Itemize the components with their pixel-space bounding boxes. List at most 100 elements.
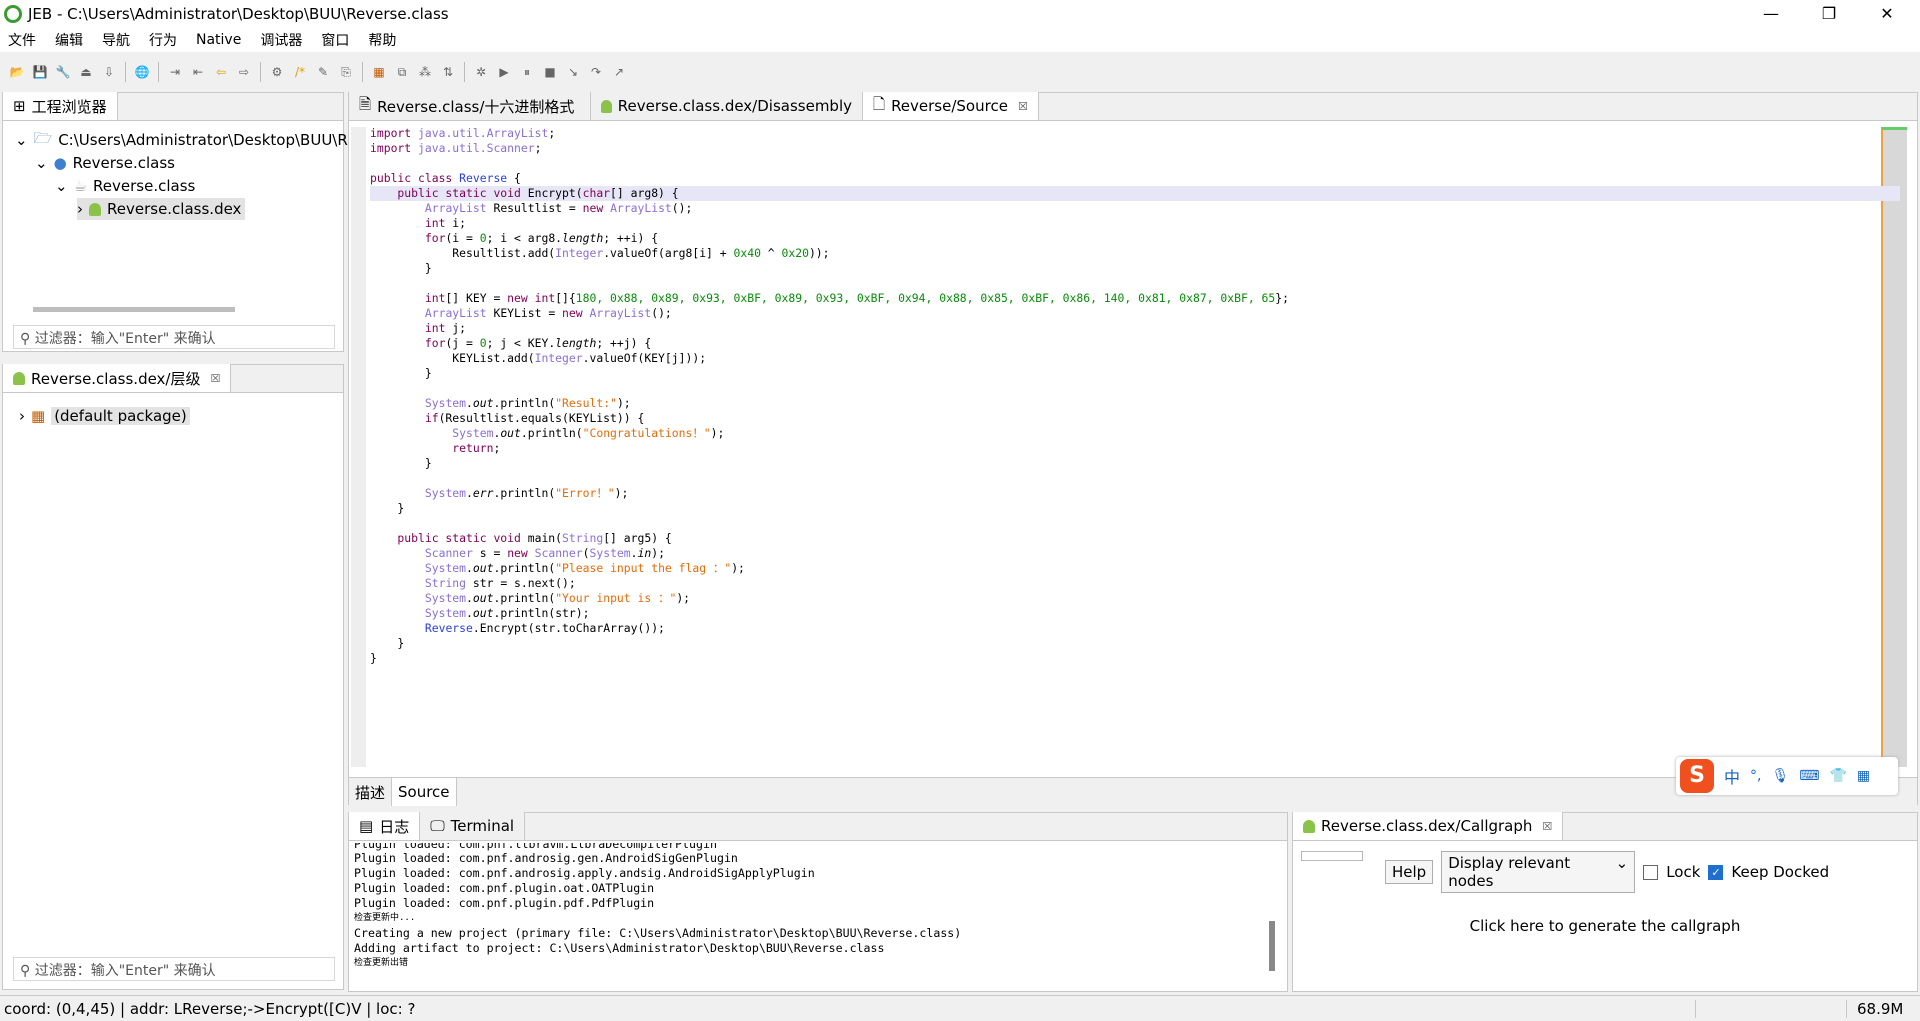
back-icon[interactable]: ⇦ — [212, 63, 230, 81]
close-tab-icon[interactable]: ☒ — [210, 372, 220, 385]
pause-icon[interactable]: ⏸ — [518, 63, 536, 81]
open-icon[interactable]: 📂 — [8, 63, 26, 81]
tab-project-explorer[interactable]: ⊞ 工程浏览器 — [3, 92, 118, 120]
graph-icon[interactable]: ⧉ — [393, 63, 411, 81]
menu-edit[interactable]: 编辑 — [55, 30, 83, 50]
help-button[interactable]: Help — [1385, 860, 1434, 884]
run-icon[interactable]: ▶ — [495, 63, 513, 81]
code-line[interactable]: Resultlist.add(Integer.valueOf(arg8[i] +… — [370, 246, 1900, 261]
callgraph-icon[interactable]: ⁂ — [416, 63, 434, 81]
close-tab-icon[interactable]: ☒ — [1542, 820, 1552, 833]
forward-icon[interactable]: ⇨ — [235, 63, 253, 81]
xref-icon[interactable]: ⎘ — [337, 63, 355, 81]
vertical-scrollbar[interactable] — [1269, 921, 1275, 971]
code-line[interactable] — [370, 276, 1900, 291]
code-line[interactable]: int[] KEY = new int[]{180, 0x88, 0x89, 0… — [370, 291, 1900, 306]
tab-callgraph[interactable]: Reverse.class.dex/Callgraph ☒ — [1293, 812, 1564, 840]
code-line[interactable]: System.out.println("Please input the fla… — [370, 561, 1900, 576]
code-line[interactable]: } — [370, 636, 1900, 651]
minimize-button[interactable]: — — [1742, 0, 1800, 28]
generate-callgraph-link[interactable]: Click here to generate the callgraph — [1293, 917, 1917, 935]
code-line[interactable]: public static void Encrypt(char[] arg8) … — [370, 186, 1900, 201]
step-into-icon[interactable]: ↘ — [564, 63, 582, 81]
save-icon[interactable]: 💾 — [31, 63, 49, 81]
ime-punctuation[interactable]: °, — [1750, 768, 1761, 784]
code-line[interactable]: Scanner s = new Scanner(System.in); — [370, 546, 1900, 561]
tree-item-dex[interactable]: › Reverse.class.dex — [77, 198, 246, 220]
code-line[interactable]: if(Resultlist.equals(KEYList)) { — [370, 411, 1900, 426]
code-line[interactable]: public static void main(String[] arg5) { — [370, 531, 1900, 546]
code-line[interactable]: public class Reverse { — [370, 171, 1900, 186]
apps-icon[interactable]: ▦ — [1857, 768, 1870, 784]
code-line[interactable]: System.out.println(str); — [370, 606, 1900, 621]
code-line[interactable] — [370, 471, 1900, 486]
display-nodes-select[interactable]: Display relevant nodes ⌄ — [1441, 851, 1636, 893]
tree-item-default-package[interactable]: › ▦ (default package) — [19, 405, 190, 427]
menu-navigate[interactable]: 导航 — [102, 30, 130, 50]
code-line[interactable]: System.out.println("Your input is ："); — [370, 591, 1900, 606]
code-line[interactable]: } — [370, 651, 1900, 666]
tab-source-view[interactable]: Source — [392, 778, 457, 806]
keep-docked-checkbox[interactable]: ✓ — [1708, 864, 1724, 880]
microphone-icon[interactable]: 🎙 — [1771, 768, 1789, 784]
tab-terminal[interactable]: 🖵 Terminal — [420, 812, 526, 840]
code-line[interactable]: } — [370, 261, 1900, 276]
hierarchy-icon[interactable]: ▦ — [370, 63, 388, 81]
decompile-icon[interactable]: ⚙ — [268, 63, 286, 81]
tree-item-artifact[interactable]: ⌄ ● Reverse.class — [35, 152, 175, 174]
code-line[interactable]: int i; — [370, 216, 1900, 231]
skin-icon[interactable]: 👕 — [1829, 768, 1846, 784]
comment-icon[interactable]: /* — [291, 63, 309, 81]
close-button[interactable]: ✕ — [1858, 0, 1916, 28]
step-out-icon[interactable]: ↗ — [610, 63, 628, 81]
code-line[interactable]: } — [370, 366, 1900, 381]
jump-out-icon[interactable]: ⇤ — [189, 63, 207, 81]
tab-hex[interactable]: 🗎 Reverse.class/十六进制格式 — [349, 92, 591, 120]
menu-help[interactable]: 帮助 — [368, 30, 396, 50]
tree-icon[interactable]: ⇅ — [439, 63, 457, 81]
menu-native[interactable]: Native — [196, 32, 241, 48]
code-line[interactable] — [370, 381, 1900, 396]
project-filter-input[interactable]: ⚲ 过滤器：输入"Enter" 来确认 — [13, 325, 335, 349]
restore-button[interactable]: ❐ — [1800, 0, 1858, 28]
ime-chinese-mode[interactable]: 中 — [1724, 764, 1740, 788]
code-line[interactable]: for(j = 0; j < KEY.length; ++j) { — [370, 336, 1900, 351]
code-view[interactable]: import java.util.ArrayList; import java.u… — [370, 126, 1900, 666]
tab-disassembly[interactable]: Reverse.class.dex/Disassembly — [591, 92, 863, 120]
tab-description[interactable]: 描述 — [349, 778, 393, 806]
code-line[interactable] — [370, 516, 1900, 531]
code-line[interactable]: Reverse.Encrypt(str.toCharArray()); — [370, 621, 1900, 636]
code-line[interactable]: import java.util.Scanner; — [370, 141, 1900, 156]
code-line[interactable]: return; — [370, 441, 1900, 456]
tab-log[interactable]: ▤ 日志 — [349, 812, 421, 840]
code-line[interactable]: System.out.println("Congratulations！"); — [370, 426, 1900, 441]
code-line[interactable] — [370, 156, 1900, 171]
hierarchy-filter-input[interactable]: ⚲ 过滤器：输入"Enter" 来确认 — [13, 957, 335, 981]
menu-file[interactable]: 文件 — [8, 30, 36, 50]
code-line[interactable]: System.err.println("Error！"); — [370, 486, 1900, 501]
code-line[interactable]: for(i = 0; i < arg8.length; ++i) { — [370, 231, 1900, 246]
keyboard-icon[interactable]: ⌨ — [1799, 768, 1819, 784]
globe-icon[interactable]: 🌐 — [133, 63, 151, 81]
tree-item-class[interactable]: ⌄ ☕ Reverse.class — [55, 175, 195, 197]
code-line[interactable]: } — [370, 456, 1900, 471]
jump-in-icon[interactable]: ⇥ — [166, 63, 184, 81]
code-line[interactable]: int j; — [370, 321, 1900, 336]
menu-window[interactable]: 窗口 — [321, 30, 349, 50]
zoom-slider[interactable] — [1301, 851, 1363, 861]
code-line[interactable]: KEYList.add(Integer.valueOf(KEY[j])); — [370, 351, 1900, 366]
code-line[interactable]: } — [370, 501, 1900, 516]
horizontal-scrollbar[interactable] — [33, 307, 235, 312]
tab-source[interactable]: 🗋 Reverse/Source ☒ — [863, 92, 1039, 120]
export-icon[interactable]: ⇩ — [100, 63, 118, 81]
code-line[interactable]: import java.util.ArrayList; — [370, 126, 1900, 141]
properties-icon[interactable]: 🔧 — [54, 63, 72, 81]
debug-icon[interactable]: ✲ — [472, 63, 490, 81]
lock-checkbox[interactable] — [1643, 864, 1659, 880]
code-line[interactable]: System.out.println("Result:"); — [370, 396, 1900, 411]
menu-debugger[interactable]: 调试器 — [260, 30, 302, 50]
step-over-icon[interactable]: ↷ — [587, 63, 605, 81]
code-line[interactable]: ArrayList KEYList = new ArrayList(); — [370, 306, 1900, 321]
stop-icon[interactable]: ■ — [541, 63, 559, 81]
rename-icon[interactable]: ✎ — [314, 63, 332, 81]
